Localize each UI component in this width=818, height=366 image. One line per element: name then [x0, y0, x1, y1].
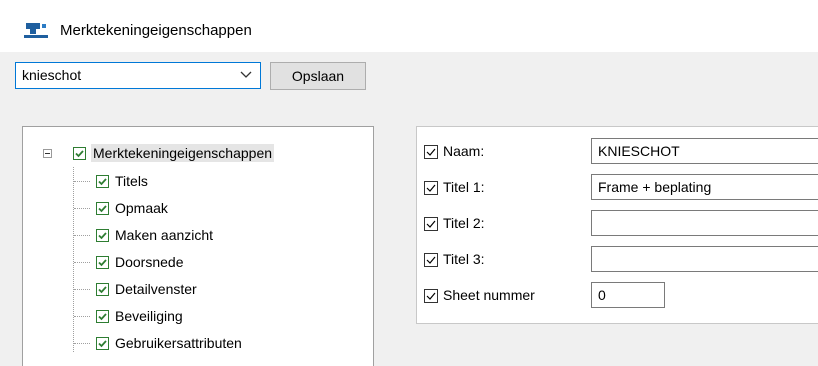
tree-item-checkbox[interactable]: [96, 337, 109, 350]
collapse-toggle[interactable]: [43, 149, 52, 158]
sheet-nummer-label: Sheet nummer: [443, 287, 535, 303]
tree-item-checkbox[interactable]: [96, 202, 109, 215]
preset-dropdown[interactable]: knieschot: [15, 62, 261, 89]
titel2-label: Titel 2:: [443, 215, 485, 231]
tree-item-opmaak[interactable]: Opmaak: [115, 200, 168, 216]
tree-line: [74, 343, 90, 344]
window-title: Merktekeningeigenschappen: [60, 22, 252, 39]
tree-line: [74, 316, 90, 317]
tree-item-checkbox[interactable]: [96, 310, 109, 323]
chevron-down-icon[interactable]: [240, 68, 252, 80]
tree-item-checkbox[interactable]: [96, 175, 109, 188]
naam-field[interactable]: [591, 138, 818, 164]
tree-item-beveiliging[interactable]: Beveiliging: [115, 308, 183, 324]
titel2-field[interactable]: [591, 210, 818, 236]
titel1-field[interactable]: [591, 174, 818, 200]
tree-item-checkbox[interactable]: [96, 229, 109, 242]
tree-line: [74, 262, 90, 263]
naam-label: Naam:: [443, 143, 485, 159]
category-tree: Merktekeningeigenschappen Titels Opmaak …: [22, 126, 374, 366]
tree-root-checkbox[interactable]: [73, 147, 86, 160]
titel1-checkbox[interactable]: [424, 181, 438, 195]
naam-checkbox[interactable]: [424, 145, 438, 159]
app-icon: [24, 23, 48, 38]
titel1-label: Titel 1:: [443, 179, 485, 195]
tree-line: [74, 208, 90, 209]
preset-dropdown-value: knieschot: [22, 67, 82, 83]
tree-item-detailvenster[interactable]: Detailvenster: [115, 281, 197, 297]
title-bar: Merktekeningeigenschappen: [0, 0, 818, 52]
tree-item-titels[interactable]: Titels: [115, 173, 148, 189]
properties-panel: Naam: Titel 1: Titel 2: Titel 3: Sheet n…: [416, 126, 818, 324]
titel2-checkbox[interactable]: [424, 217, 438, 231]
titel3-field[interactable]: [591, 246, 818, 272]
tree-item-checkbox[interactable]: [96, 283, 109, 296]
sheet-nummer-checkbox[interactable]: [424, 289, 438, 303]
tree-line: [74, 289, 90, 290]
toolbar: knieschot Opslaan: [0, 52, 818, 108]
save-button[interactable]: Opslaan: [270, 62, 366, 90]
tree-item-doorsnede[interactable]: Doorsnede: [115, 254, 184, 270]
titel3-checkbox[interactable]: [424, 253, 438, 267]
tree-item-maken-aanzicht[interactable]: Maken aanzicht: [115, 227, 213, 243]
tree-line: [73, 167, 74, 352]
tree-root-label[interactable]: Merktekeningeigenschappen: [91, 144, 275, 162]
tree-item-gebruikersattributen[interactable]: Gebruikersattributen: [115, 335, 242, 351]
titel3-label: Titel 3:: [443, 251, 485, 267]
sheet-nummer-field[interactable]: [591, 282, 665, 308]
tree-item-checkbox[interactable]: [96, 256, 109, 269]
tree-line: [74, 235, 90, 236]
tree-line: [74, 181, 90, 182]
